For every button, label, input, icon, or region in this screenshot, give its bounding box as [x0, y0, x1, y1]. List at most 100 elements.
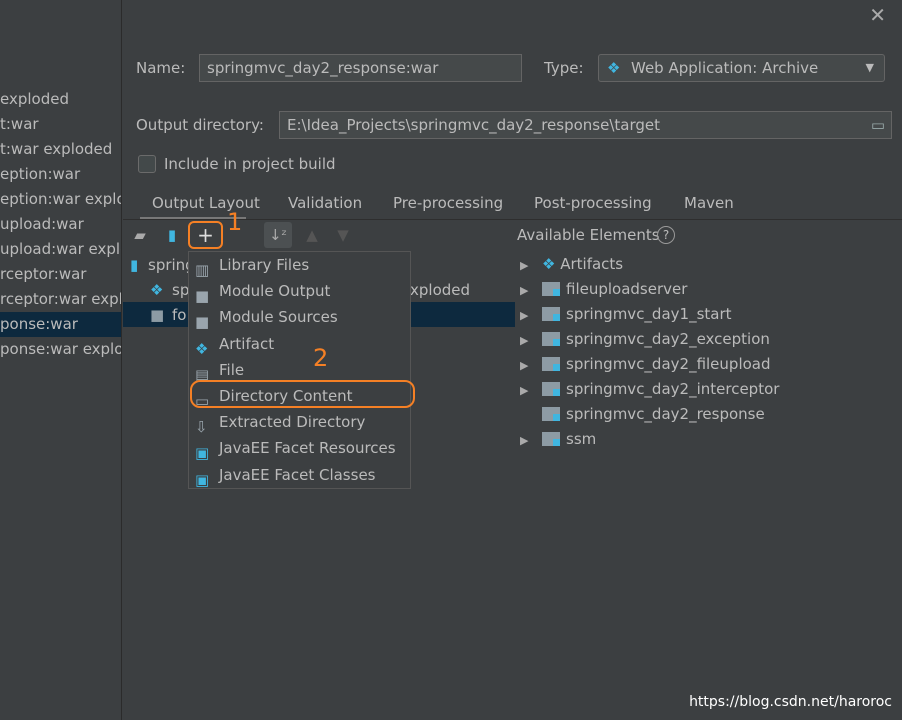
available-element-label: ssm — [566, 430, 597, 448]
menu-item[interactable]: ▥ Library Files — [189, 252, 410, 279]
artifact-list-item[interactable]: t:war exploded — [0, 137, 121, 162]
artifact-list-item[interactable]: ponse:war exploded — [0, 337, 121, 362]
available-element[interactable]: springmvc_day2_response — [520, 402, 765, 427]
tab-post-processing[interactable]: Post-processing — [534, 193, 652, 219]
menu-item-label: Library Files — [219, 256, 310, 274]
watermark: https://blog.csdn.net/haroroc — [689, 694, 892, 710]
include-in-build-checkbox[interactable] — [138, 155, 156, 173]
artifact-icon: ❖ — [150, 281, 164, 299]
annotation-1: 1 — [227, 208, 243, 236]
artifact-list-item[interactable]: rceptor:war exploded — [0, 287, 121, 312]
menu-item[interactable]: ■ Module Output — [189, 278, 410, 306]
available-element-label: springmvc_day2_response — [566, 405, 765, 423]
module-folder-icon — [542, 382, 560, 396]
tab-output-layout[interactable]: Output Layout — [152, 193, 260, 219]
folder-icon: ■ — [150, 306, 165, 324]
expand-arrow-icon[interactable]: ▶ — [520, 303, 542, 328]
artifact-list-item[interactable]: rceptor:war — [0, 262, 121, 287]
available-element[interactable]: ▶ springmvc_day2_interceptor — [520, 377, 779, 402]
name-label: Name: — [136, 59, 186, 77]
menu-item-icon: ■ — [195, 287, 210, 306]
sort-icon[interactable]: ↓ᶻ — [264, 222, 292, 248]
artifact-list-item[interactable]: ponse:war — [0, 312, 121, 337]
annotation-2: 2 — [313, 344, 329, 372]
tree-child-folder[interactable]: fo — [172, 306, 186, 324]
menu-item-icon: ▣ — [195, 444, 210, 463]
artifact-list-item[interactable]: upload:war — [0, 212, 121, 237]
type-value: Web Application: Archive — [631, 59, 819, 77]
new-directory-icon[interactable]: ▰ — [130, 225, 150, 245]
available-element-label: springmvc_day1_start — [566, 305, 732, 323]
name-input[interactable]: springmvc_day2_response:war — [199, 54, 522, 82]
available-element-label: Artifacts — [560, 255, 624, 273]
help-icon[interactable]: ? — [657, 226, 675, 244]
menu-item-label: Module Sources — [219, 308, 338, 327]
menu-item[interactable]: ■ Module Sources — [189, 304, 410, 332]
expand-arrow-icon[interactable]: ▶ — [520, 428, 542, 453]
module-folder-icon — [542, 332, 560, 346]
module-folder-icon — [542, 432, 560, 446]
archive-icon: ▮ — [130, 256, 139, 274]
menu-item-label: JavaEE Facet Resources — [219, 439, 396, 458]
tree-child-artifact[interactable]: sp — [172, 281, 189, 299]
menu-item[interactable]: ▣ JavaEE Facet Classes — [189, 462, 410, 489]
expand-arrow-icon[interactable]: ▶ — [520, 253, 542, 278]
chevron-down-icon: ▼ — [865, 61, 874, 74]
menu-item[interactable]: ⇩ Extracted Directory — [189, 409, 410, 437]
menu-item-icon: ▥ — [195, 261, 210, 279]
output-directory-input[interactable]: E:\Idea_Projects\springmvc_day2_response… — [279, 111, 892, 139]
tab-maven[interactable]: Maven — [684, 193, 734, 219]
menu-item-icon: ■ — [195, 313, 210, 332]
available-element[interactable]: ▶ ❖ Artifacts — [520, 252, 623, 277]
module-folder-icon — [542, 357, 560, 371]
close-icon[interactable]: ✕ — [869, 3, 886, 27]
artifacts-icon: ❖ — [542, 255, 561, 273]
add-menu: ▥ Library Files ■ Module Output ■ Module Sour… — [188, 251, 411, 489]
artifact-list-item[interactable]: eption:war exploded — [0, 187, 121, 212]
menu-item-icon: ▣ — [195, 470, 210, 489]
artifact-list-item[interactable]: t:war — [0, 112, 121, 137]
available-elements-title: Available Elements — [517, 226, 660, 244]
artifact-list-item[interactable]: eption:war — [0, 162, 121, 187]
available-element[interactable]: ▶ springmvc_day1_start — [520, 302, 732, 327]
expand-arrow-icon[interactable]: ▶ — [520, 378, 542, 403]
type-select[interactable]: ❖ Web Application: Archive ▼ — [598, 54, 885, 82]
menu-item[interactable]: ▣ JavaEE Facet Resources — [189, 435, 410, 463]
menu-item[interactable]: ❖ Artifact — [189, 331, 410, 358]
tab-pre-processing[interactable]: Pre-processing — [393, 193, 503, 219]
move-down-icon[interactable]: ▼ — [333, 225, 353, 245]
tab-validation[interactable]: Validation — [288, 193, 362, 219]
include-in-build-label: Include in project build — [164, 155, 336, 173]
module-folder-icon — [542, 307, 560, 321]
menu-item-label: JavaEE Facet Classes — [219, 465, 376, 484]
add-copy-button[interactable]: + — [188, 221, 223, 249]
expand-arrow-icon[interactable]: ▶ — [520, 278, 542, 303]
output-directory-label: Output directory: — [136, 116, 264, 134]
menu-item-icon: ▤ — [195, 365, 210, 384]
type-label: Type: — [544, 59, 584, 77]
tree-child-artifact-tail: xploded — [410, 281, 471, 299]
menu-item-label: Module Output — [219, 282, 331, 301]
browse-folder-icon[interactable]: ▭ — [871, 112, 885, 138]
expand-arrow-icon[interactable]: ▶ — [520, 353, 542, 378]
menu-item[interactable]: ▤ File — [189, 357, 410, 384]
available-element[interactable]: ▶ ssm — [520, 427, 596, 452]
output-directory-value: E:\Idea_Projects\springmvc_day2_response… — [287, 116, 661, 134]
available-element[interactable]: ▶ springmvc_day2_fileupload — [520, 352, 771, 377]
artifact-list-item[interactable]: upload:war exploded — [0, 237, 121, 262]
expand-arrow-icon[interactable]: ▶ — [520, 328, 542, 353]
menu-item-icon: ⇩ — [195, 418, 208, 437]
available-element-label: springmvc_day2_exception — [566, 330, 770, 348]
artifact-list-item[interactable]: exploded — [0, 87, 121, 112]
archive-icon[interactable]: ▮ — [162, 225, 182, 245]
menu-item-label: Artifact — [219, 334, 275, 353]
artifact-list: exploded t:war t:war exploded eption:war ept… — [0, 0, 122, 720]
available-element[interactable]: ▶ fileuploadserver — [520, 277, 687, 302]
move-up-icon[interactable]: ▲ — [302, 225, 322, 245]
highlight-directory-content — [190, 380, 415, 408]
module-folder-icon — [542, 407, 560, 421]
menu-item-icon: ❖ — [195, 339, 209, 358]
module-folder-icon — [542, 282, 560, 296]
available-element[interactable]: ▶ springmvc_day2_exception — [520, 327, 770, 352]
menu-item-label: File — [219, 360, 245, 379]
